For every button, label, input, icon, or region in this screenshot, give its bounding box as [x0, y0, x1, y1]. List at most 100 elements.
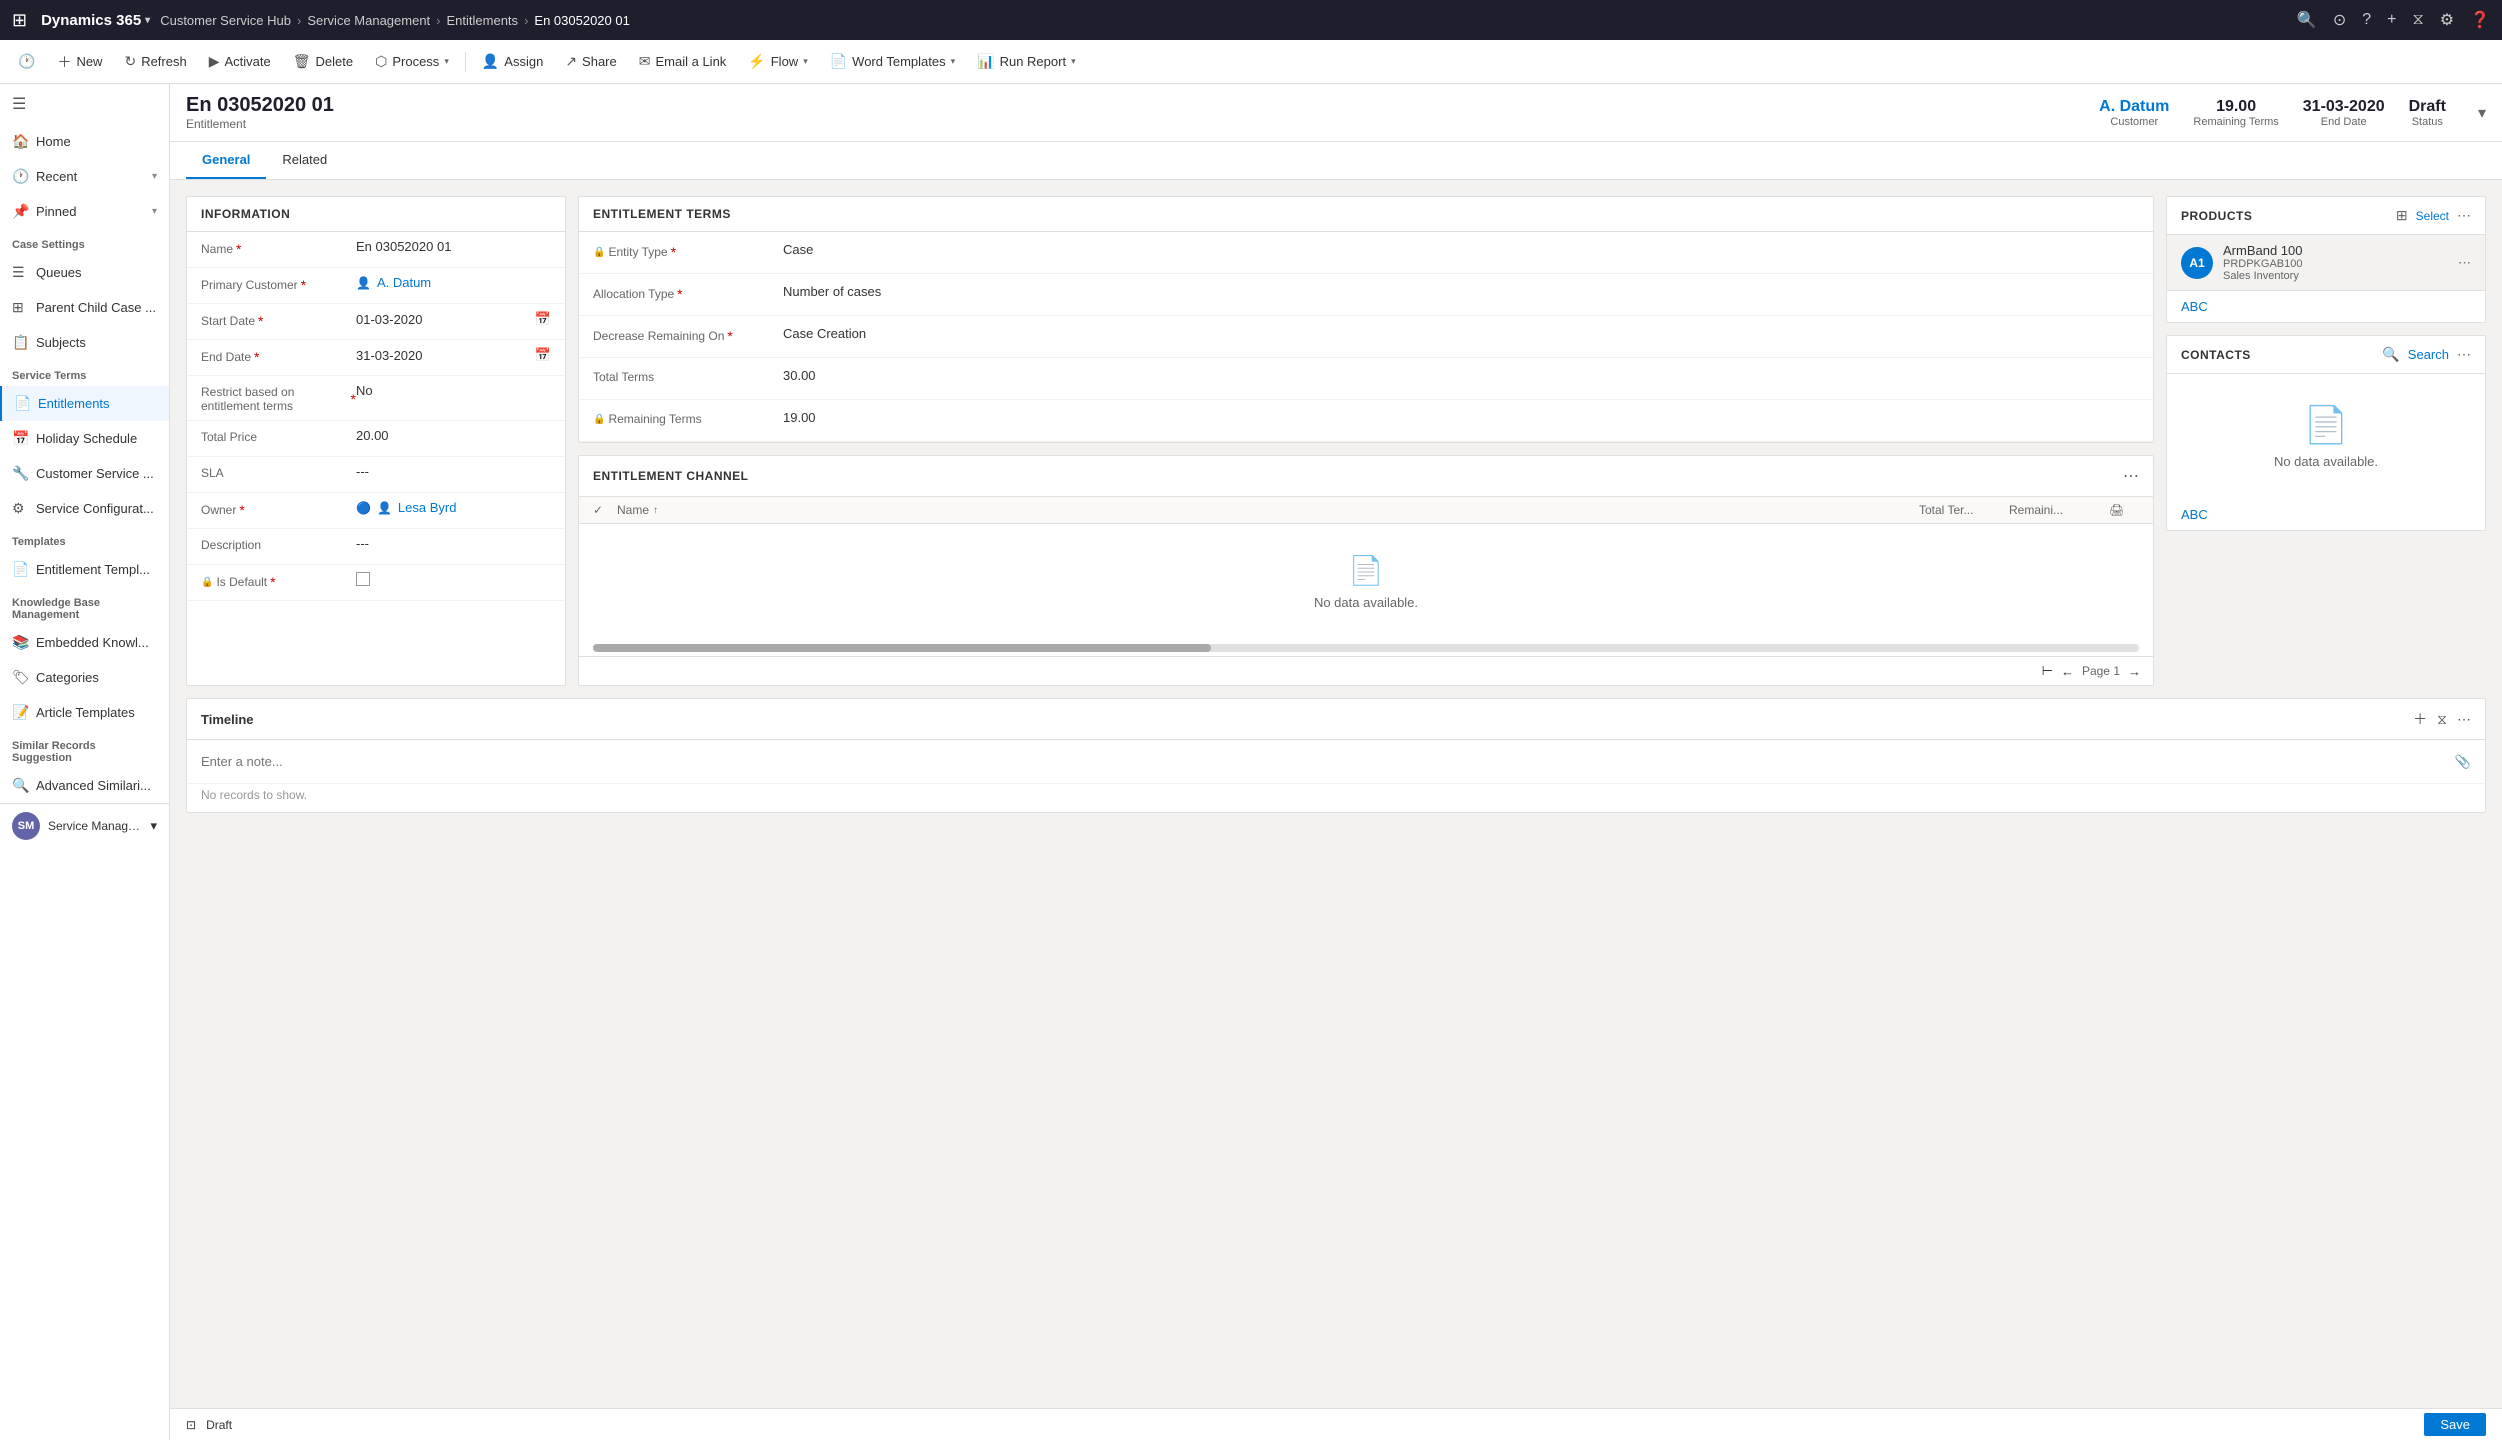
header-customer-value[interactable]: A. Datum — [2099, 98, 2169, 116]
value-start-date[interactable]: 01-03-2020 📅 — [356, 311, 551, 327]
main-content: En 03052020 01 Entitlement A. Datum Cust… — [170, 84, 2502, 1440]
share-button[interactable]: ↗ Share — [555, 48, 626, 75]
sidebar-item-holiday-schedule[interactable]: 📅 Holiday Schedule — [0, 421, 169, 456]
record-header-right: A. Datum Customer 19.00 Remaining Terms … — [2099, 98, 2486, 128]
search-icon[interactable]: 🔍 — [2297, 10, 2317, 30]
product-item-armband[interactable]: A1 ArmBand 100 PRDPKGAB100 Sales Invento… — [2167, 235, 2485, 291]
contacts-header-actions: 🔍 Search ⋯ — [2382, 346, 2471, 363]
value-total-price[interactable]: 20.00 — [356, 428, 551, 443]
channel-name-header[interactable]: Name ↑ — [617, 503, 1919, 517]
timeline-more-button[interactable]: ⋯ — [2457, 711, 2471, 728]
waffle-icon[interactable]: ⊞ — [12, 10, 27, 31]
contacts-header-title: CONTACTS — [2181, 348, 2382, 362]
sidebar-item-service-config[interactable]: ⚙ Service Configurat... — [0, 491, 169, 526]
sidebar-footer[interactable]: SM Service Managem... ▾ — [0, 803, 169, 848]
filter-icon[interactable]: ⧖ — [2413, 11, 2424, 29]
channel-sort-icon[interactable]: ↑ — [653, 505, 658, 516]
channel-check-header: ✓ — [593, 503, 617, 517]
product-code: PRDPKGAB100 — [2223, 258, 2448, 270]
sidebar-item-pinned[interactable]: 📌 Pinned ▾ — [0, 194, 169, 229]
value-owner[interactable]: 🔵 👤 Lesa Byrd — [356, 500, 551, 515]
timeline-filter-button[interactable]: ⧖ — [2437, 711, 2447, 728]
brand-logo[interactable]: Dynamics 365 ▾ — [41, 12, 150, 29]
products-abc-link[interactable]: ABC — [2167, 291, 2485, 322]
sidebar-toggle[interactable]: ☰ — [0, 84, 169, 124]
sidebar-item-label: Categories — [36, 670, 157, 685]
process-button[interactable]: ⬡ Process ▾ — [365, 48, 459, 75]
tab-related[interactable]: Related — [266, 142, 343, 179]
top-navigation: ⊞ Dynamics 365 ▾ Customer Service Hub › … — [0, 0, 2502, 40]
add-icon[interactable]: + — [2387, 11, 2396, 29]
contacts-abc-link[interactable]: ABC — [2167, 499, 2485, 530]
activate-label: Activate — [225, 54, 271, 69]
label-primary-customer: Primary Customer * — [201, 275, 356, 293]
sidebar-item-parent-child-case[interactable]: ⊞ Parent Child Case ... — [0, 290, 169, 325]
label-owner: Owner * — [201, 500, 356, 518]
new-button[interactable]: ＋ New — [47, 47, 112, 77]
timeline-attach-icon[interactable]: 📎 — [2455, 754, 2471, 770]
contacts-search-label[interactable]: Search — [2408, 347, 2449, 362]
contacts-empty-state: 📄 No data available. — [2167, 374, 2485, 499]
sidebar-item-label: Advanced Similari... — [36, 778, 157, 793]
is-default-checkbox[interactable] — [356, 572, 370, 586]
channel-page-prev[interactable]: ← — [2061, 664, 2074, 679]
value-description[interactable]: --- — [356, 536, 551, 551]
word-templates-button[interactable]: 📄 Word Templates ▾ — [820, 48, 965, 75]
channel-scrollbar[interactable] — [593, 644, 2139, 652]
contacts-dots-icon[interactable]: ⋯ — [2457, 346, 2471, 363]
breadcrumb-service-mgmt[interactable]: Service Management — [307, 13, 430, 28]
channel-page-first[interactable]: ⊢ — [2042, 663, 2053, 679]
email-button[interactable]: ✉ Email a Link — [629, 48, 737, 75]
sidebar-item-recent[interactable]: 🕐 Recent ▾ — [0, 159, 169, 194]
save-button[interactable]: Save — [2424, 1413, 2486, 1436]
sidebar-item-customer-service[interactable]: 🔧 Customer Service ... — [0, 456, 169, 491]
brand-chevron-icon[interactable]: ▾ — [145, 15, 150, 26]
contacts-search-icon[interactable]: 🔍 — [2382, 346, 2399, 363]
value-sla[interactable]: --- — [356, 464, 551, 479]
value-end-date[interactable]: 31-03-2020 📅 — [356, 347, 551, 363]
tab-general[interactable]: General — [186, 142, 266, 179]
help-icon[interactable]: ? — [2362, 11, 2371, 29]
sidebar-item-entitlements[interactable]: 📄 Entitlements — [0, 386, 169, 421]
breadcrumb-hub[interactable]: Customer Service Hub — [160, 13, 291, 28]
channel-dots-icon[interactable]: ⋯ — [2123, 466, 2139, 486]
timeline-note-input[interactable] — [201, 750, 2455, 773]
service-config-icon: ⚙ — [12, 500, 28, 517]
activate-button[interactable]: ▶ Activate — [199, 48, 281, 75]
products-dots-icon[interactable]: ⋯ — [2457, 207, 2471, 224]
timeline-add-button[interactable]: ＋ — [2413, 709, 2427, 729]
start-date-calendar-icon[interactable]: 📅 — [535, 311, 551, 327]
entitlement-terms-panel: ENTITLEMENT TERMS 🔒 Entity Type * Case — [578, 196, 2154, 443]
breadcrumb-entitlements[interactable]: Entitlements — [447, 13, 519, 28]
sidebar-item-queues[interactable]: ☰ Queues — [0, 255, 169, 290]
channel-print-header[interactable]: 🖨 — [2109, 503, 2139, 517]
header-expand-icon[interactable]: ▾ — [2478, 103, 2486, 123]
advanced-similar-icon: 🔍 — [12, 777, 28, 794]
flow-button[interactable]: ⚡ Flow ▾ — [738, 48, 817, 75]
sidebar-item-advanced-similar[interactable]: 🔍 Advanced Similari... — [0, 768, 169, 803]
product-item-dots-icon[interactable]: ⋯ — [2458, 255, 2471, 271]
channel-page-next[interactable]: → — [2128, 664, 2141, 679]
products-select-button[interactable]: Select — [2416, 209, 2449, 223]
assign-button[interactable]: 👤 Assign — [472, 48, 553, 75]
top-row: INFORMATION Name * En 03052020 01 Primar… — [186, 196, 2486, 686]
pinned-chevron-icon: ▾ — [152, 206, 157, 217]
sidebar-item-embedded-knowl[interactable]: 📚 Embedded Knowl... — [0, 625, 169, 660]
sidebar-item-subjects[interactable]: 📋 Subjects — [0, 325, 169, 360]
history-button[interactable]: 🕐 — [8, 48, 45, 75]
value-primary-customer[interactable]: 👤 A. Datum — [356, 275, 551, 290]
sidebar-item-home[interactable]: 🏠 Home — [0, 124, 169, 159]
sidebar-item-article-templates[interactable]: 📝 Article Templates — [0, 695, 169, 730]
sidebar-item-categories[interactable]: 🏷 Categories — [0, 660, 169, 695]
run-report-button[interactable]: 📊 Run Report ▾ — [967, 48, 1085, 75]
settings-icon[interactable]: ⚙ — [2440, 10, 2454, 30]
embedded-knowl-icon: 📚 — [12, 634, 28, 651]
copilot-icon[interactable]: ⊙ — [2333, 10, 2346, 30]
channel-table-header: ✓ Name ↑ Total Ter... Remaini... — [579, 497, 2153, 524]
sidebar-item-entitlement-templ[interactable]: 📄 Entitlement Templ... — [0, 552, 169, 587]
delete-button[interactable]: 🗑 Delete — [283, 48, 363, 75]
value-name[interactable]: En 03052020 01 — [356, 239, 551, 254]
end-date-calendar-icon[interactable]: 📅 — [535, 347, 551, 363]
refresh-button[interactable]: ↻ Refresh — [114, 48, 196, 75]
question-icon[interactable]: ❓ — [2470, 10, 2490, 30]
